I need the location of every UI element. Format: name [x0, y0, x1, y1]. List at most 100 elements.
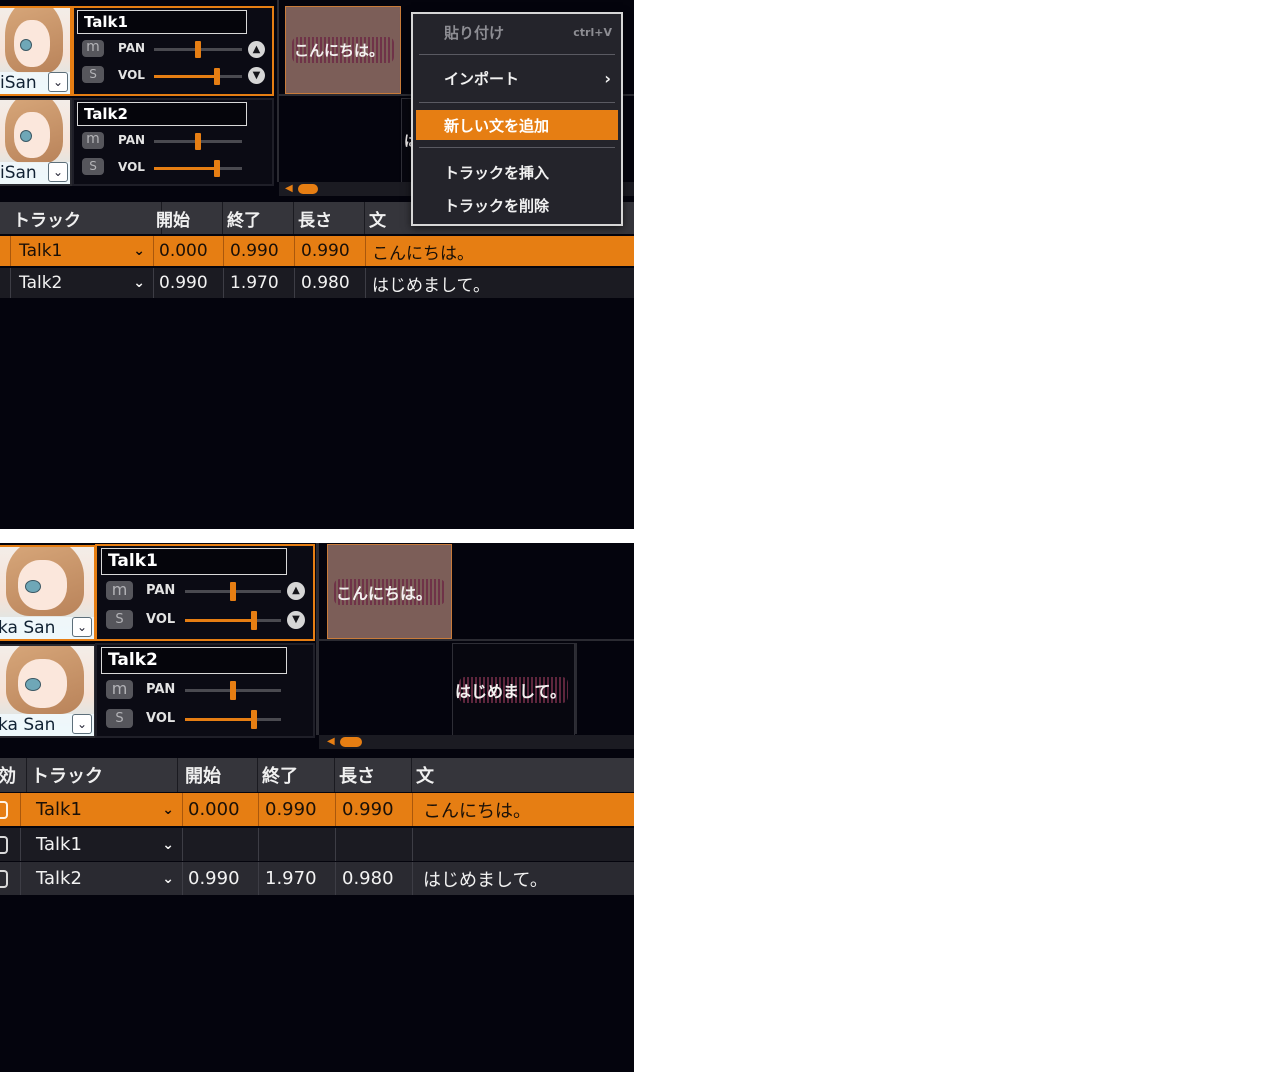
- table-row[interactable]: Talk1 ⌄ 0.000 0.990 0.990 こんにちは。: [0, 793, 634, 826]
- row-checkbox[interactable]: [0, 862, 21, 895]
- mute-button[interactable]: m: [82, 132, 104, 149]
- mute-button[interactable]: m: [106, 581, 133, 600]
- table-row[interactable]: Talk1 ⌄ 0.000 0.990 0.990 こんにちは。: [0, 236, 634, 266]
- volume-slider-thumb[interactable]: [214, 160, 220, 177]
- start-cell[interactable]: 0.000: [152, 236, 224, 266]
- text-cell[interactable]: こんにちは。: [412, 793, 634, 826]
- pan-label: PAN: [118, 133, 146, 147]
- pan-slider-thumb[interactable]: [230, 582, 236, 601]
- chevron-down-icon[interactable]: ⌄: [72, 617, 92, 637]
- track-select[interactable]: Talk1 ⌄: [27, 828, 183, 861]
- menu-item-label: 貼り付け: [444, 23, 505, 42]
- column-header-text[interactable]: 文: [412, 758, 634, 792]
- text-cell[interactable]: はじめまして。: [365, 268, 634, 298]
- length-cell[interactable]: 0.980: [335, 862, 413, 895]
- start-cell[interactable]: 0.990: [152, 268, 224, 298]
- pan-label: PAN: [146, 583, 176, 598]
- volume-slider-thumb[interactable]: [251, 611, 257, 630]
- start-cell[interactable]: 0.990: [181, 862, 259, 895]
- mute-button[interactable]: m: [106, 680, 133, 699]
- timeline-scrollbar-thumb[interactable]: [298, 184, 318, 194]
- column-header-end[interactable]: 終了: [223, 202, 294, 234]
- solo-button[interactable]: S: [82, 66, 104, 83]
- chevron-down-icon[interactable]: ⌄: [48, 162, 68, 182]
- length-cell[interactable]: 0.990: [335, 793, 413, 826]
- volume-slider-fill: [185, 718, 254, 721]
- arrow-down-icon[interactable]: ▼: [287, 611, 305, 629]
- column-header-track[interactable]: トラック: [27, 758, 178, 792]
- chevron-down-icon[interactable]: ⌄: [133, 243, 145, 259]
- end-cell[interactable]: 1.970: [258, 862, 336, 895]
- track-select[interactable]: Talk2 ⌄: [27, 862, 183, 895]
- solo-button[interactable]: S: [106, 610, 133, 629]
- menu-item-label: トラックを挿入: [444, 163, 550, 182]
- volume-slider-thumb[interactable]: [251, 710, 257, 729]
- start-cell[interactable]: 0.000: [181, 793, 259, 826]
- track-select[interactable]: Talk2 ⌄: [10, 268, 154, 298]
- column-header-enabled[interactable]: 効: [0, 758, 27, 792]
- length-cell[interactable]: [335, 828, 413, 861]
- text-cell[interactable]: こんにちは。: [365, 236, 634, 266]
- text-cell[interactable]: はじめまして。: [412, 862, 634, 895]
- arrow-up-icon[interactable]: ▲: [287, 582, 305, 600]
- column-header-length[interactable]: 長さ: [335, 758, 412, 792]
- row-checkbox[interactable]: [0, 828, 21, 861]
- chevron-down-icon[interactable]: ⌄: [72, 714, 92, 734]
- menu-item-insert-track[interactable]: トラックを挿入: [413, 157, 621, 187]
- sentence-clip[interactable]: はじめまして。: [452, 643, 575, 736]
- pan-slider-thumb[interactable]: [230, 681, 236, 700]
- mute-button[interactable]: m: [82, 40, 104, 57]
- sentence-clip[interactable]: こんにちは。: [327, 544, 452, 639]
- chevron-down-icon[interactable]: ⌄: [162, 837, 174, 853]
- length-cell[interactable]: 0.990: [294, 236, 366, 266]
- menu-item-import[interactable]: インポート ›: [413, 63, 621, 93]
- table-row[interactable]: Talk2 ⌄ 0.990 1.970 0.980 はじめまして。: [0, 268, 634, 298]
- sentence-clip[interactable]: こんにちは。: [285, 6, 401, 94]
- track-select[interactable]: Talk1 ⌄: [27, 793, 183, 826]
- text-cell[interactable]: [412, 828, 634, 861]
- solo-button[interactable]: S: [106, 709, 133, 728]
- scroll-left-icon[interactable]: ◀: [285, 183, 293, 194]
- start-cell[interactable]: [181, 828, 259, 861]
- character-avatar[interactable]: ka San ⌄: [0, 545, 96, 641]
- pan-slider-thumb[interactable]: [195, 133, 201, 150]
- track-controls: Talk2 m S PAN VOL: [72, 98, 274, 186]
- track-name-field[interactable]: Talk2: [101, 647, 287, 674]
- timeline-scrollbar-thumb[interactable]: [340, 737, 362, 747]
- chevron-down-icon[interactable]: ⌄: [48, 72, 68, 92]
- solo-button[interactable]: S: [82, 158, 104, 175]
- volume-slider-thumb[interactable]: [214, 68, 220, 85]
- column-header-track[interactable]: トラック: [0, 202, 162, 234]
- table-row[interactable]: Talk1 ⌄: [0, 828, 634, 861]
- end-cell[interactable]: 0.990: [258, 793, 336, 826]
- table-row[interactable]: Talk2 ⌄ 0.990 1.970 0.980 はじめまして。: [0, 862, 634, 895]
- end-cell[interactable]: 1.970: [223, 268, 295, 298]
- chevron-down-icon[interactable]: ⌄: [133, 275, 145, 291]
- row-checkbox[interactable]: [0, 793, 21, 826]
- character-avatar[interactable]: ka San ⌄: [0, 644, 96, 738]
- track-name-field[interactable]: Talk1: [101, 548, 287, 575]
- chevron-down-icon[interactable]: ⌄: [162, 802, 174, 818]
- end-cell[interactable]: [258, 828, 336, 861]
- menu-item-delete-track[interactable]: トラックを削除: [413, 190, 621, 220]
- column-header-start[interactable]: 開始: [152, 202, 223, 234]
- pan-label: PAN: [146, 682, 176, 697]
- pan-slider-thumb[interactable]: [195, 41, 201, 58]
- arrow-down-icon[interactable]: ▼: [248, 67, 265, 84]
- column-header-end[interactable]: 終了: [258, 758, 335, 792]
- arrow-up-icon[interactable]: ▲: [248, 41, 265, 58]
- track-name-field[interactable]: Talk2: [77, 102, 247, 126]
- timeline-scrollbar-track[interactable]: [319, 735, 634, 749]
- column-header-start[interactable]: 開始: [181, 758, 258, 792]
- column-header-length[interactable]: 長さ: [294, 202, 365, 234]
- track-select[interactable]: Talk1 ⌄: [10, 236, 154, 266]
- menu-item-add-sentence[interactable]: 新しい文を追加: [416, 110, 618, 140]
- scroll-left-icon[interactable]: ◀: [327, 736, 335, 747]
- character-avatar[interactable]: iSan ⌄: [0, 98, 72, 186]
- length-cell[interactable]: 0.980: [294, 268, 366, 298]
- end-cell[interactable]: 0.990: [223, 236, 295, 266]
- track-name-field[interactable]: Talk1: [77, 10, 247, 34]
- character-avatar[interactable]: iSan ⌄: [0, 6, 72, 96]
- menu-item-paste[interactable]: 貼り付け ctrl+V: [413, 17, 621, 47]
- chevron-down-icon[interactable]: ⌄: [162, 871, 174, 887]
